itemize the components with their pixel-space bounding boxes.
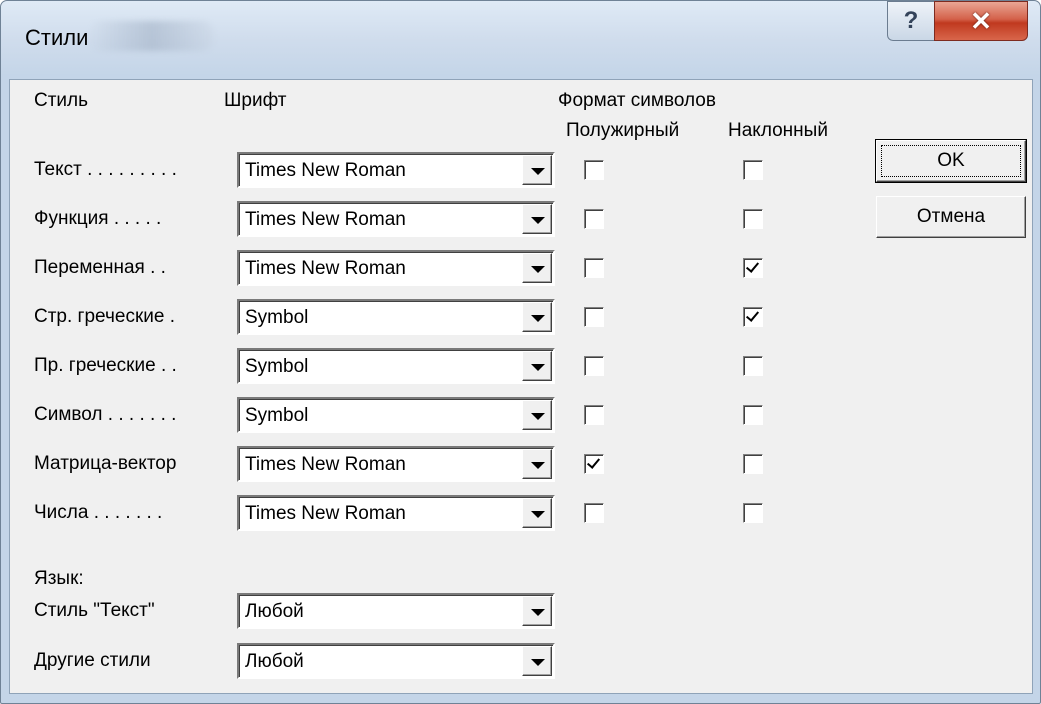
bold-checkbox[interactable] (584, 503, 604, 523)
bold-checkbox[interactable] (584, 307, 604, 327)
dialog-client-area: Стиль Шрифт Формат символов Полужирный Н… (9, 79, 1033, 694)
ok-button[interactable]: OK (875, 139, 1027, 183)
style-row-font-value: Times New Roman (245, 454, 406, 475)
chevron-down-icon[interactable] (522, 204, 552, 234)
title-bar[interactable]: Стили ? ✕ (1, 1, 1040, 79)
style-row-label: Матрица-вектор (34, 453, 177, 474)
chevron-down-icon[interactable] (522, 302, 552, 332)
bold-checkbox[interactable] (584, 258, 604, 278)
header-italic: Наклонный (728, 120, 828, 141)
close-button[interactable]: ✕ (934, 1, 1028, 41)
bold-checkbox[interactable] (584, 209, 604, 229)
other-styles-language-select[interactable]: Любой (237, 643, 555, 679)
header-char-format: Формат символов (558, 90, 716, 111)
italic-checkbox[interactable] (743, 160, 763, 180)
italic-checkbox[interactable] (743, 454, 763, 474)
chevron-down-icon[interactable] (522, 498, 552, 528)
style-row-label: Символ . . . . . . . (34, 404, 177, 425)
language-title: Язык: (34, 568, 84, 589)
style-row-label: Пр. греческие . . (34, 355, 177, 376)
style-row-font-value: Times New Roman (245, 503, 406, 524)
bold-checkbox[interactable] (584, 356, 604, 376)
style-row-font-value: Times New Roman (245, 160, 406, 181)
chevron-down-icon[interactable] (522, 253, 552, 283)
text-style-language-label: Стиль "Текст" (34, 600, 155, 621)
style-row-label: Текст . . . . . . . . . (34, 159, 177, 180)
chevron-down-icon[interactable] (522, 351, 552, 381)
header-style: Стиль (34, 90, 89, 111)
chevron-down-icon[interactable] (522, 596, 552, 626)
italic-checkbox[interactable] (743, 356, 763, 376)
blurred-title-region (89, 21, 214, 51)
style-row-font-select[interactable]: Symbol (237, 348, 555, 384)
other-styles-language-value: Любой (245, 651, 304, 672)
text-style-language-value: Любой (245, 601, 304, 622)
help-button[interactable]: ? (887, 1, 935, 41)
style-row-font-select[interactable]: Times New Roman (237, 495, 555, 531)
italic-checkbox[interactable] (743, 405, 763, 425)
style-row-label: Стр. греческие . (34, 306, 175, 327)
help-icon: ? (903, 7, 919, 34)
style-row-font-value: Symbol (245, 307, 309, 328)
window-title: Стили (25, 25, 89, 50)
cancel-button[interactable]: Отмена (876, 196, 1026, 238)
close-icon: ✕ (970, 5, 992, 36)
bold-checkbox[interactable] (584, 405, 604, 425)
style-row-font-select[interactable]: Symbol (237, 397, 555, 433)
italic-checkbox[interactable] (743, 503, 763, 523)
style-row-font-value: Symbol (245, 405, 309, 426)
style-row-font-select[interactable]: Times New Roman (237, 446, 555, 482)
style-row-label: Переменная . . (34, 257, 166, 278)
header-bold: Полужирный (566, 120, 680, 141)
styles-dialog: Стили ? ✕ Стиль Шрифт Формат символов По… (0, 0, 1041, 704)
other-styles-language-label: Другие стили (34, 650, 151, 671)
style-row-font-select[interactable]: Symbol (237, 299, 555, 335)
style-row-font-value: Times New Roman (245, 258, 406, 279)
style-row-font-value: Times New Roman (245, 209, 406, 230)
style-row-label: Числа . . . . . . . (34, 502, 163, 523)
bold-checkbox[interactable] (584, 160, 604, 180)
style-row-label: Функция . . . . . (34, 208, 162, 229)
chevron-down-icon[interactable] (522, 646, 552, 676)
italic-checkbox[interactable] (743, 258, 763, 278)
chevron-down-icon[interactable] (522, 400, 552, 430)
style-row-font-value: Symbol (245, 356, 309, 377)
italic-checkbox[interactable] (743, 209, 763, 229)
chevron-down-icon[interactable] (522, 155, 552, 185)
bold-checkbox[interactable] (584, 454, 604, 474)
chevron-down-icon[interactable] (522, 449, 552, 479)
style-row-font-select[interactable]: Times New Roman (237, 250, 555, 286)
style-row-font-select[interactable]: Times New Roman (237, 201, 555, 237)
header-font: Шрифт (224, 90, 287, 111)
style-row-font-select[interactable]: Times New Roman (237, 152, 555, 188)
italic-checkbox[interactable] (743, 307, 763, 327)
text-style-language-select[interactable]: Любой (237, 593, 555, 629)
